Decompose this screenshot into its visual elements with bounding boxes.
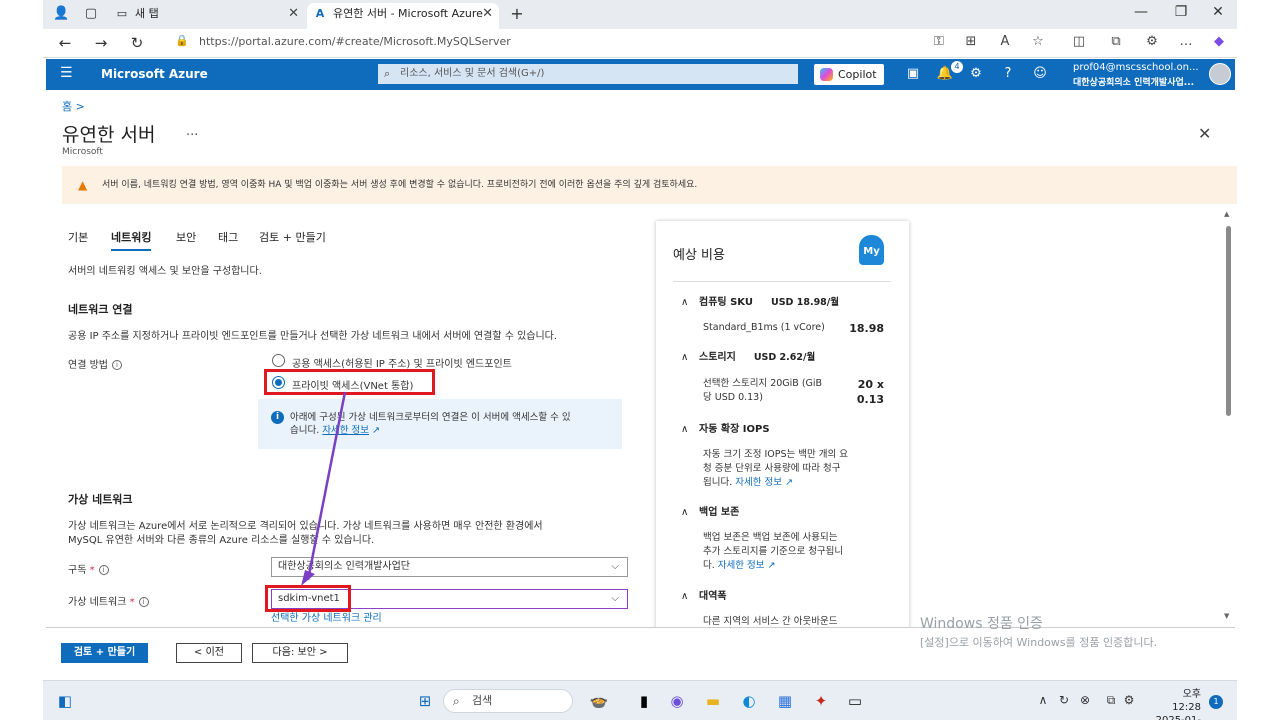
copilot-icon — [820, 68, 833, 81]
chevron-up-icon: ∧ — [681, 507, 689, 518]
storage-value-2: 0.13 — [856, 393, 884, 406]
scroll-up-icon[interactable]: ▲ — [1224, 210, 1229, 218]
search-icon: ⌕ — [453, 694, 460, 708]
storage-detail-1: 선택한 스토리지 20GiB (GiB — [703, 378, 823, 389]
scrollbar-thumb[interactable] — [1226, 226, 1231, 416]
error-icon[interactable]: ⊗ — [1077, 693, 1093, 707]
help-icon[interactable]: ? — [999, 66, 1017, 81]
iops-line-1: 자동 크기 조정 IOPS는 백만 개의 요 — [703, 449, 849, 460]
user-org[interactable]: 대한상공회의소 인력개발사업... — [1073, 75, 1194, 88]
network-icon[interactable]: ⧉ — [1103, 693, 1119, 708]
notification-badge: 4 — [951, 61, 963, 73]
backup-learn-more-link[interactable]: 자세한 정보 — [718, 560, 765, 571]
iops-learn-more-link[interactable]: 자세한 정보 — [735, 477, 782, 488]
storage-value-1: 20 x — [857, 378, 884, 391]
feedback-icon[interactable]: ☺ — [1031, 66, 1049, 81]
notification-badge[interactable]: 1 — [1209, 695, 1223, 709]
copilot-button[interactable]: Copilot — [814, 64, 884, 85]
edge-icon[interactable]: ◐ — [739, 691, 759, 711]
avatar[interactable] — [1209, 63, 1231, 85]
compute-value: 18.98 — [849, 322, 884, 335]
section-iops[interactable]: ∧ 자동 확장 IOPS — [681, 420, 770, 435]
compute-detail: Standard_B1ms (1 vCore) — [703, 322, 825, 333]
review-create-button[interactable]: 검토 + 만들기 — [61, 643, 148, 663]
previous-button[interactable]: < 이전 — [176, 643, 242, 663]
volume-icon[interactable]: ⚙ — [1121, 693, 1137, 707]
storage-detail-2: 당 USD 0.13) — [703, 392, 763, 403]
store-icon[interactable]: ▦ — [775, 691, 795, 711]
close-blade-icon[interactable]: ✕ — [1198, 124, 1211, 143]
widgets-icon[interactable]: ◧ — [55, 691, 75, 711]
start-icon[interactable]: ⊞ — [415, 691, 435, 711]
section-compute[interactable]: ∧ 컴퓨팅 SKU USD 18.98/월 — [681, 293, 839, 308]
cost-title: 예상 비용 — [673, 248, 725, 263]
section-storage[interactable]: ∧ 스토리지 USD 2.62/월 — [681, 348, 815, 363]
backup-line-3: 다. 자세한 정보 ↗ — [703, 560, 776, 571]
taskbar: ◧ ⊞ ⌕ 검색 🍲 ▮ ◉ ▬ ◐ ▦ ✦ ▭ ∧ ↻ ⊗ ⧉ ⚙ 오후 12… — [43, 680, 1237, 720]
scroll-down-icon[interactable]: ▼ — [1224, 612, 1229, 620]
close-window-icon[interactable]: ✕ — [1203, 4, 1233, 20]
section-bandwidth[interactable]: ∧ 대역폭 — [681, 587, 727, 602]
screen: 👤 ▢ ▭ 새 탭 ✕ A 유연한 서버 - Microsoft Azure ✕… — [43, 0, 1237, 720]
section-backup[interactable]: ∧ 백업 보존 — [681, 503, 739, 518]
annotation-arrow — [301, 391, 347, 586]
activation-watermark-title: Windows 정품 인증 — [920, 616, 1043, 632]
minimize-icon[interactable]: — — [1126, 4, 1156, 20]
clock[interactable]: 오후 12:28 2025-01-09 — [1151, 688, 1201, 720]
extensions-icon[interactable]: ⚙ — [1142, 34, 1162, 49]
chevron-up-icon: ∧ — [681, 297, 689, 308]
settings-icon[interactable]: ⚙ — [967, 66, 985, 81]
file-explorer-icon[interactable]: ▬ — [703, 691, 723, 711]
cost-estimate-panel: 예상 비용 My ∧ 컴퓨팅 SKU USD 18.98/월 Standard_B1… — [656, 221, 909, 641]
key-icon[interactable]: ⚿ — [929, 34, 949, 49]
favorite-icon[interactable]: ☆ — [1028, 34, 1048, 49]
restore-icon[interactable]: ❐ — [1166, 4, 1196, 20]
cloud-shell-icon[interactable]: ▣ — [904, 66, 922, 81]
divider — [673, 281, 891, 282]
mysql-icon: My — [859, 235, 884, 265]
chevron-up-icon: ∧ — [681, 424, 689, 435]
taskbar-search[interactable]: ⌕ 검색 — [443, 689, 573, 713]
chat-icon[interactable]: ◉ — [667, 691, 687, 711]
chevron-up-icon: ∧ — [681, 352, 689, 363]
iops-line-2: 청 증분 단위로 사용량에 따라 청구 — [703, 463, 841, 474]
split-screen-icon[interactable]: ◫ — [1069, 34, 1089, 49]
backup-line-2: 추가 스토리지를 기준으로 청구됩니 — [703, 546, 844, 557]
collections-icon[interactable]: ⧉ — [1106, 34, 1126, 49]
next-button[interactable]: 다음: 보안 > — [252, 643, 348, 663]
apps-icon[interactable]: ⊞ — [961, 34, 981, 49]
iops-line-3: 됩니다. 자세한 정보 ↗ — [703, 477, 793, 488]
backup-line-1: 백업 보존은 백업 보존에 사용되는 — [703, 532, 838, 543]
tray-chevron-up-icon[interactable]: ∧ — [1035, 693, 1051, 707]
activation-watermark-text: [설정]으로 이동하여 Windows를 정품 인증합니다. — [920, 636, 1158, 649]
terminal-icon[interactable]: ▭ — [845, 691, 865, 711]
sync-icon[interactable]: ↻ — [1056, 693, 1072, 707]
read-aloud-icon[interactable]: A — [995, 34, 1015, 49]
more-icon[interactable]: … — [1176, 34, 1196, 49]
task-view-icon[interactable]: ▮ — [634, 691, 654, 711]
food-widget-icon[interactable]: 🍲 — [589, 691, 609, 711]
chevron-up-icon: ∧ — [681, 591, 689, 602]
user-email[interactable]: prof04@mscsschool.on... — [1073, 62, 1199, 73]
app-icon[interactable]: ✦ — [811, 691, 831, 711]
copilot-browser-icon[interactable]: ◆ — [1209, 34, 1229, 49]
